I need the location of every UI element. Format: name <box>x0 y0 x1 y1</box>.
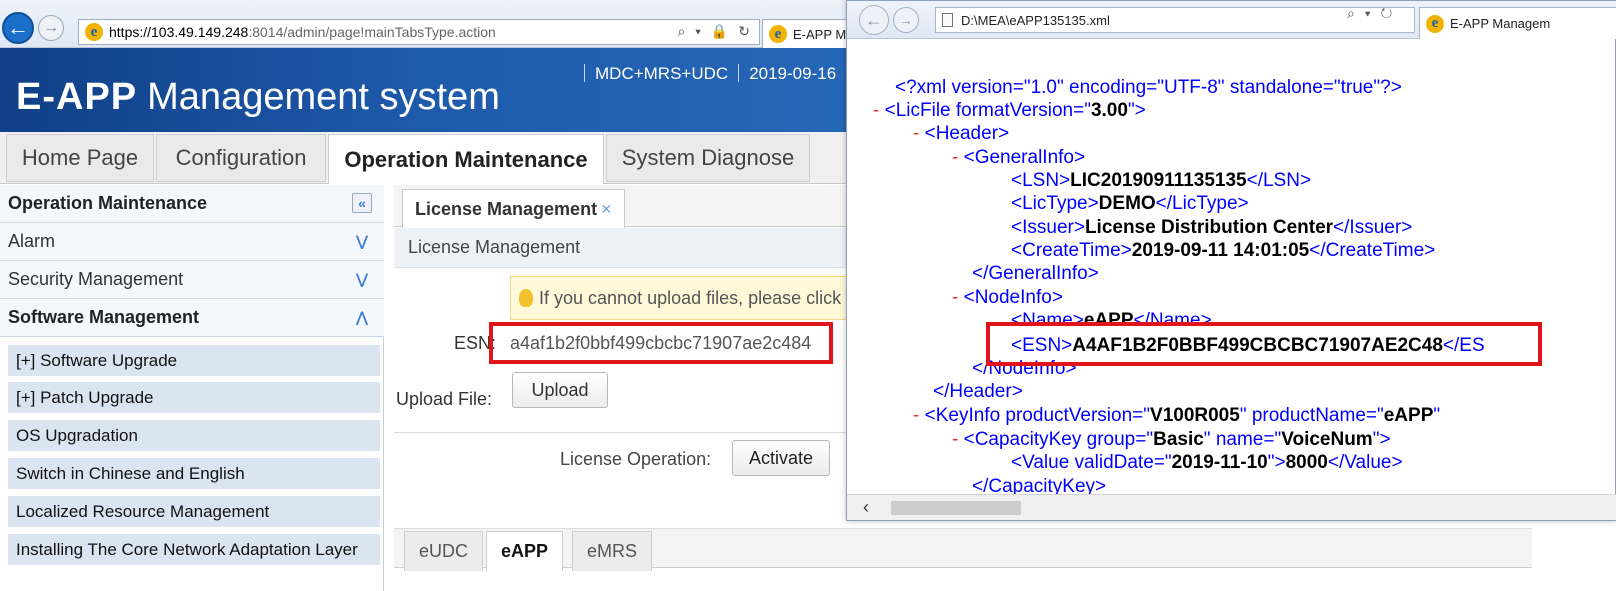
xml-createtime-line: <CreateTime>2019-09-11 14:01:05</CreateT… <box>1011 240 1436 261</box>
tab-eudc[interactable]: eUDC <box>404 531 484 571</box>
forward-arrow-icon[interactable]: → <box>38 15 64 41</box>
upload-tip-text[interactable]: If you cannot upload files, please click <box>539 288 841 309</box>
xml-capacitykey-close: </CapacityKey> <box>972 476 1107 494</box>
back-arrow-icon[interactable]: ← <box>2 12 34 44</box>
collapse-toggle[interactable]: - <box>952 287 958 308</box>
sidebar-group-label: Security Management <box>8 269 184 289</box>
sidebar-item-os-upgradation[interactable]: OS Upgradation <box>8 420 380 454</box>
xml-generalinfo-line: - <GeneralInfo> <box>952 147 1086 168</box>
collapse-sidebar-icon[interactable]: « <box>352 193 372 213</box>
xml-keyinfo-line: - <KeyInfo productVersion="V100R005" pro… <box>913 405 1441 426</box>
sidebar: Operation Maintenance « Alarm ⋁ Security… <box>0 185 384 591</box>
upload-tip: If you cannot upload files, please click <box>510 276 854 320</box>
app-brand: E-APP <box>16 76 138 118</box>
back-arrow-icon[interactable]: ← <box>859 5 889 35</box>
ie-logo-icon: e <box>1426 14 1444 33</box>
esn-highlight-box <box>489 322 833 364</box>
url-path: :8014/admin/page!mainTabsType.action <box>248 24 496 40</box>
chevron-up-icon: ⋀ <box>356 308 368 325</box>
app-header: E-APP Management system MDC+MRS+UDC 2019-0… <box>0 48 880 132</box>
tab-home-page[interactable]: Home Page <box>6 134 154 182</box>
chevron-down-icon: ⋁ <box>356 270 368 287</box>
lightbulb-icon <box>519 289 533 307</box>
chevron-down-icon: ⋁ <box>356 232 368 249</box>
collapse-toggle[interactable]: - <box>913 123 919 144</box>
xml-header-line: - <Header> <box>913 123 1010 144</box>
activate-button[interactable]: Activate <box>732 440 830 476</box>
xml-address-bar[interactable]: D:\MEA\eAPP135135.xml <box>935 7 1415 33</box>
ie-logo-icon: e <box>85 23 103 41</box>
xml-esn-highlight-box <box>986 322 1542 366</box>
xml-nodeinfo-line: - <NodeInfo> <box>952 287 1063 308</box>
tab-system-diagnose[interactable]: System Diagnose <box>606 134 810 182</box>
sidebar-group-alarm[interactable]: Alarm ⋁ <box>0 223 384 261</box>
xml-capacitykey-line: - <CapacityKey group="Basic" name="Voice… <box>952 429 1391 450</box>
license-operation-label: License Operation: <box>560 449 712 469</box>
sidebar-section-title: Operation Maintenance « <box>0 185 384 223</box>
sidebar-group-label: Software Management <box>8 307 200 327</box>
sidebar-group-label: Alarm <box>8 231 56 251</box>
upload-file-label: Upload File: <box>396 389 493 409</box>
sidebar-item-software-upgrade[interactable]: [+] Software Upgrade <box>8 345 380 379</box>
sidebar-item-language-switch[interactable]: Switch in Chinese and English <box>8 458 380 492</box>
forward-arrow-icon[interactable]: → <box>893 7 919 33</box>
sidebar-group-security[interactable]: Security Management ⋁ <box>0 261 384 299</box>
app-title: E-APP Management system <box>16 76 500 119</box>
tab-configuration[interactable]: Configuration <box>156 134 326 182</box>
app-title-text: Management system <box>147 76 500 118</box>
browser-toolbar: ← → e https://103.49.149.248:8014/admin/… <box>0 0 880 48</box>
document-icon <box>942 13 953 27</box>
upload-button[interactable]: Upload <box>512 372 608 408</box>
xml-browser-tab[interactable]: e E-APP Managem <box>1419 7 1616 39</box>
xml-browser-toolbar: ← → D:\MEA\eAPP135135.xml ⌕ ▾ ↻ e E-APP … <box>847 1 1616 39</box>
xml-lsn-line: <LSN>LIC20190911135135</LSN> <box>1011 170 1312 191</box>
xml-generalinfo-close: </GeneralInfo> <box>972 263 1099 284</box>
content-tab-strip: License Management × <box>394 185 854 228</box>
tab-emrs[interactable]: eMRS <box>572 531 653 571</box>
sidebar-group-software[interactable]: Software Management ⋀ <box>0 299 384 337</box>
tab-license-management[interactable]: License Management × <box>402 189 625 228</box>
sidebar-section-label: Operation Maintenance <box>8 193 208 213</box>
tab-eapp[interactable]: eAPP <box>486 531 564 571</box>
ie-logo-icon: e <box>769 25 787 43</box>
xml-viewer-window: ← → D:\MEA\eAPP135135.xml ⌕ ▾ ↻ e E-APP … <box>846 0 1616 521</box>
header-modes: MDC+MRS+UDC <box>595 64 729 83</box>
panel-title: License Management <box>394 228 854 268</box>
tab-operation-maintenance[interactable]: Operation Maintenance <box>328 134 604 184</box>
url-host: https://103.49.149.248 <box>109 24 249 40</box>
xml-header-close: </Header> <box>933 381 1023 402</box>
main-tabs: Home Page Configuration Operation Mainte… <box>0 132 880 184</box>
xml-licfile-line: - <LicFile formatVersion="3.00"> <box>873 100 1146 121</box>
tab-label: License Management <box>415 198 598 219</box>
address-controls[interactable]: ⌕ ▾ ↻ <box>1347 5 1395 22</box>
scrollbar-thumb[interactable] <box>891 501 1021 515</box>
close-icon[interactable]: × <box>601 199 612 220</box>
scroll-left-arrow-icon[interactable]: ‹ <box>863 497 869 518</box>
xml-tab-title: E-APP Managem <box>1450 16 1551 31</box>
xml-declaration: <?xml version="1.0" encoding="UTF-8" sta… <box>895 77 1402 98</box>
collapse-toggle[interactable]: - <box>952 147 958 168</box>
sidebar-item-core-network-layer[interactable]: Installing The Core Network Adaptation L… <box>8 534 380 568</box>
sidebar-item-patch-upgrade[interactable]: [+] Patch Upgrade <box>8 382 380 416</box>
product-tabs: eUDC eAPP eMRS <box>394 528 1532 571</box>
header-info: MDC+MRS+UDC 2019-09-16 <box>574 64 836 84</box>
collapse-toggle[interactable]: - <box>952 429 958 450</box>
xml-issuer-line: <Issuer>License Distribution Center</Iss… <box>1011 217 1413 238</box>
browser-tab-title: E-APP M <box>793 26 847 42</box>
xml-value-line: <Value validDate="2019-11-10">8000</Valu… <box>1011 452 1403 473</box>
xml-address-text: D:\MEA\eAPP135135.xml <box>961 12 1110 28</box>
xml-content: <?xml version="1.0" encoding="UTF-8" sta… <box>847 39 1616 494</box>
address-controls[interactable]: ⌕ ▾ 🔒 ↻ <box>677 23 753 40</box>
address-bar[interactable]: e https://103.49.149.248:8014/admin/page… <box>78 19 760 45</box>
collapse-toggle[interactable]: - <box>873 100 879 121</box>
header-date: 2019-09-16 <box>749 64 837 83</box>
sidebar-item-localized-resource[interactable]: Localized Resource Management <box>8 496 380 530</box>
xml-lictype-line: <LicType>DEMO</LicType> <box>1011 193 1249 214</box>
horizontal-scrollbar[interactable]: ‹ <box>847 494 1616 520</box>
collapse-toggle[interactable]: - <box>913 405 919 426</box>
